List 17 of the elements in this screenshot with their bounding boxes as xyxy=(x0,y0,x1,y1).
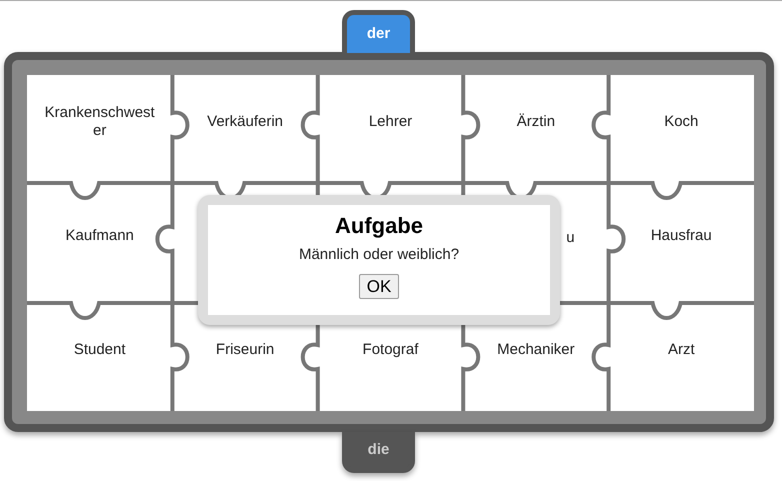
puzzle-word[interactable]: Ärztin xyxy=(516,113,556,131)
puzzle-word[interactable]: Kaufmann xyxy=(66,227,134,245)
puzzle-word[interactable]: Lehrer xyxy=(368,113,412,131)
ok-button[interactable]: OK xyxy=(358,274,400,300)
puzzle-word[interactable]: Arzt xyxy=(668,341,695,359)
puzzle-word[interactable]: Friseurin xyxy=(216,341,274,359)
dialog-title: Aufgabe xyxy=(335,214,423,238)
puzzle-word[interactable]: Mechaniker xyxy=(497,341,575,359)
puzzle-word[interactable]: Student xyxy=(74,341,126,359)
category-tab[interactable]: die xyxy=(342,432,415,473)
dialog-message: Männlich oder weiblich? xyxy=(298,245,460,266)
puzzle-word[interactable]: Hausfrau xyxy=(650,227,712,245)
puzzle-word[interactable]: Koch xyxy=(664,113,698,131)
puzzle-word[interactable]: u xyxy=(566,229,575,247)
puzzle-word[interactable]: Verkäuferin xyxy=(207,113,284,131)
puzzle-word[interactable]: Krankenschwester xyxy=(42,104,158,140)
puzzle-word[interactable]: Fotograf xyxy=(362,341,418,359)
